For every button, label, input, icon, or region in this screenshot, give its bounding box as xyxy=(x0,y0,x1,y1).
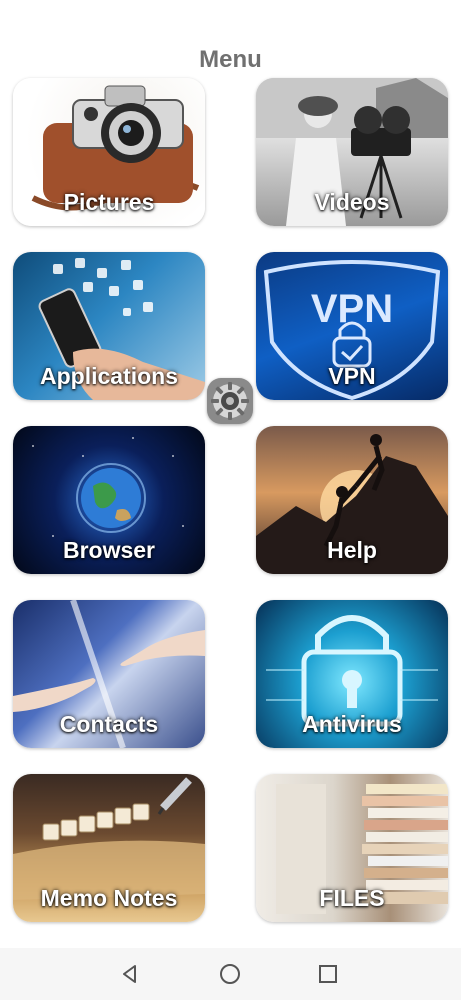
tile-pictures[interactable]: Pictures xyxy=(13,78,205,226)
tile-antivirus[interactable]: Antivirus xyxy=(256,600,448,748)
tile-videos[interactable]: Videos xyxy=(256,78,448,226)
tile-label: VPN xyxy=(328,363,376,389)
tile-vpn[interactable]: VPN VPN xyxy=(256,252,448,400)
tile-browser[interactable]: Browser xyxy=(13,426,205,574)
navigation-bar xyxy=(0,948,461,1000)
tile-label: Memo Notes xyxy=(40,885,178,911)
tile-label: Browser xyxy=(62,537,156,563)
page-title: Menu xyxy=(199,46,262,73)
tile-label: Videos xyxy=(314,189,390,215)
tile-label: Help xyxy=(327,537,377,563)
tile-contacts[interactable]: Contacts xyxy=(13,600,205,748)
tile-label: FILES xyxy=(319,885,385,911)
tile-label: Contacts xyxy=(59,711,159,737)
tile-memo-notes[interactable]: Memo Notes xyxy=(13,774,205,922)
tile-label: Antivirus xyxy=(302,711,402,737)
recents-icon[interactable] xyxy=(316,962,340,986)
settings-gear-icon[interactable] xyxy=(207,378,253,424)
tile-help[interactable]: Help xyxy=(256,426,448,574)
tile-files[interactable]: FILES xyxy=(256,774,448,922)
tile-label: Pictures xyxy=(63,189,155,215)
back-icon[interactable] xyxy=(118,962,142,986)
home-icon[interactable] xyxy=(218,962,242,986)
tile-label: Applications xyxy=(39,363,178,389)
tile-applications[interactable]: Applications xyxy=(13,252,205,400)
